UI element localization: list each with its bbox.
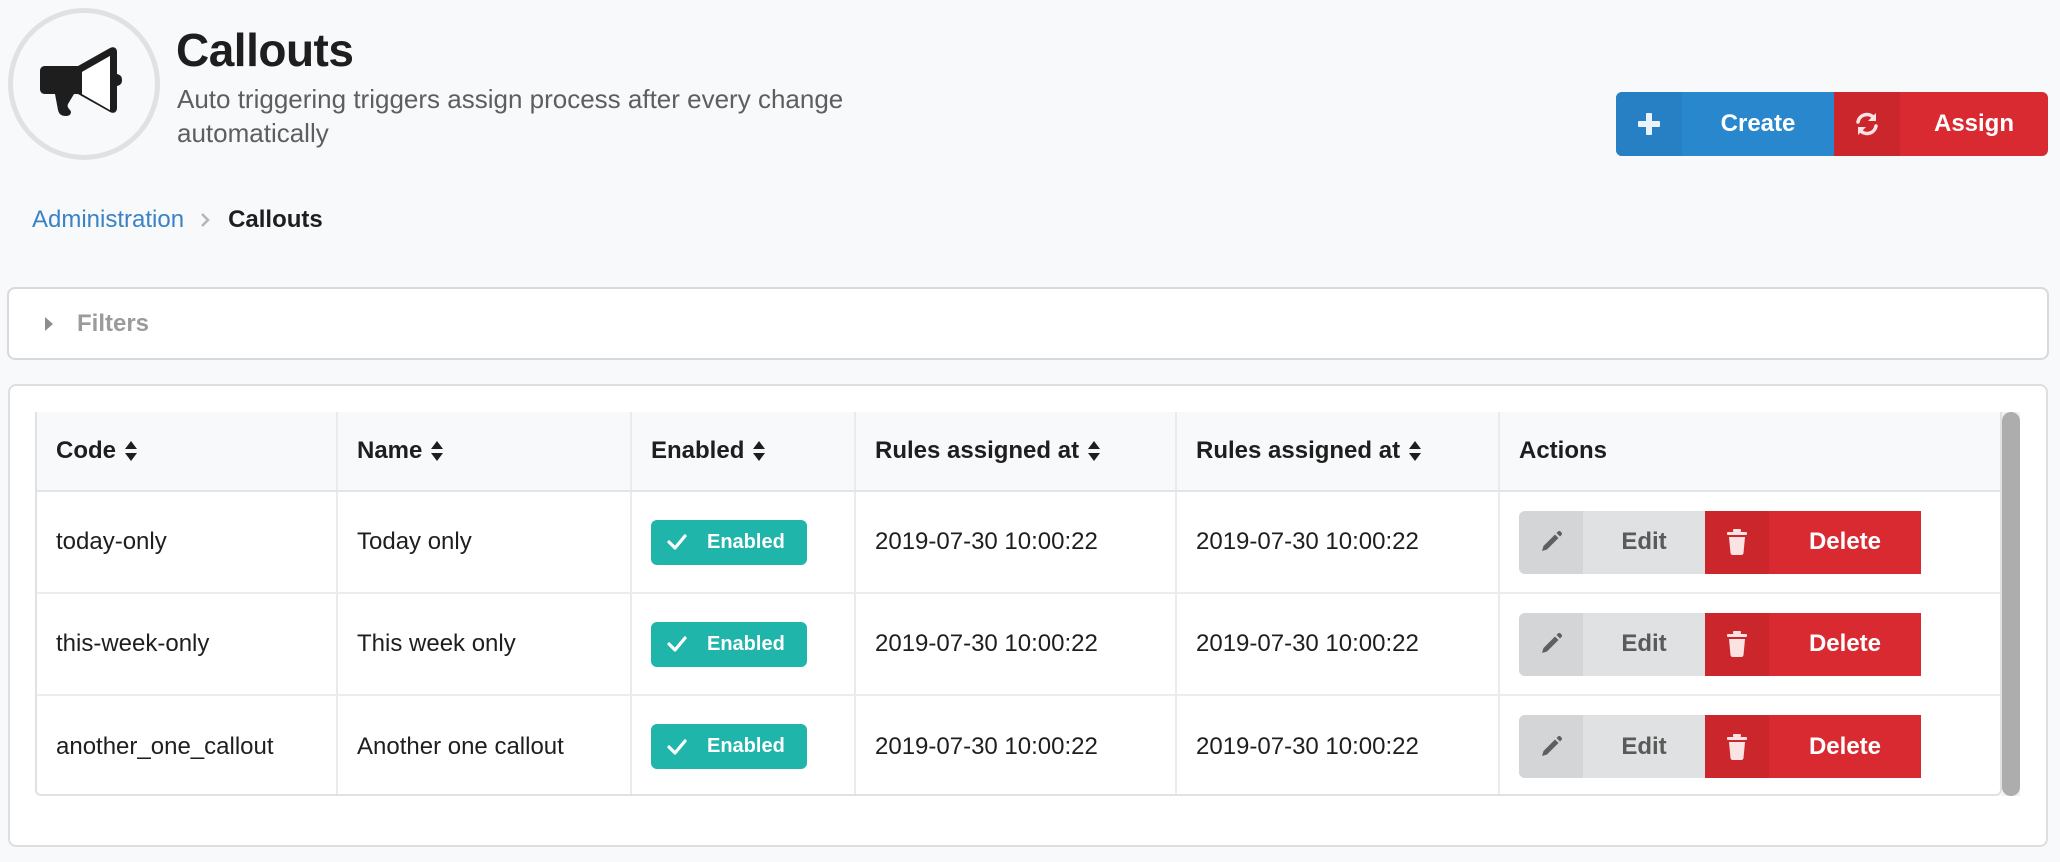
header-icon-circle (8, 8, 160, 160)
cell-rules-assigned-at: 2019-07-30 10:00:22 (855, 695, 1177, 794)
top-actions: Create Assign (1616, 92, 2048, 156)
edit-button[interactable]: Edit (1519, 715, 1705, 778)
callouts-table: Code Name Enabled Rules assigned at Rule… (37, 412, 2000, 794)
page: Callouts Auto triggering triggers assign… (0, 0, 2060, 862)
delete-button[interactable]: Delete (1705, 715, 1921, 778)
sort-icon (1409, 441, 1422, 461)
column-header-rules-assigned-at-2[interactable]: Rules assigned at (1176, 412, 1500, 492)
assign-button[interactable]: Assign (1834, 92, 2048, 156)
cell-rules-assigned-at: 2019-07-30 10:00:22 (855, 491, 1177, 594)
sort-icon (125, 441, 137, 461)
cell-name: This week only (337, 593, 632, 696)
pencil-icon (1519, 715, 1583, 778)
cell-rules-assigned-at-2: 2019-07-30 10:00:22 (1176, 491, 1500, 594)
page-title: Callouts (176, 24, 354, 76)
edit-button[interactable]: Edit (1519, 612, 1705, 676)
breadcrumb-callouts: Callouts (228, 206, 323, 233)
delete-button[interactable]: Delete (1705, 510, 1921, 574)
status-badge: Enabled (651, 519, 807, 565)
table-row: today-only Today only Enabled 2019-07-30… (37, 491, 2000, 594)
cell-code: another_one_callout (37, 695, 338, 794)
status-badge-label: Enabled (707, 530, 785, 553)
trash-icon (1705, 510, 1769, 574)
delete-button-label: Delete (1808, 528, 1882, 555)
cell-name: Another one callout (337, 695, 632, 794)
column-header-label: Rules assigned at (1196, 437, 1401, 464)
cell-rules-assigned-at-2: 2019-07-30 10:00:22 (1176, 695, 1500, 794)
breadcrumb-administration[interactable]: Administration (32, 204, 184, 236)
row-actions: Edit Delete (1519, 715, 2000, 778)
cell-rules-assigned-at-2: 2019-07-30 10:00:22 (1176, 593, 1500, 696)
check-icon (667, 738, 687, 755)
pencil-icon (1519, 510, 1583, 574)
chevron-right-icon (200, 212, 210, 228)
delete-button-label: Delete (1808, 732, 1882, 760)
create-button-label: Create (1720, 110, 1796, 137)
cell-code: today-only (37, 491, 338, 594)
edit-button-label: Edit (1621, 528, 1667, 555)
status-badge: Enabled (651, 621, 807, 667)
table-row: this-week-only This week only Enabled 20… (37, 593, 2000, 696)
breadcrumb: Administration Callouts (32, 204, 323, 236)
cell-actions: Edit Delete (1499, 695, 2000, 794)
pencil-icon (1519, 612, 1583, 676)
edit-button-label: Edit (1621, 732, 1667, 760)
column-header-code[interactable]: Code (37, 412, 338, 492)
status-badge-label: Enabled (707, 735, 785, 757)
vertical-scrollbar[interactable] (2002, 412, 2020, 796)
trash-icon (1705, 715, 1769, 778)
column-header-label: Rules assigned at (875, 437, 1080, 464)
cell-actions: Edit Delete (1499, 593, 2000, 696)
column-header-rules-assigned-at[interactable]: Rules assigned at (855, 412, 1177, 492)
assign-button-label: Assign (1933, 110, 2014, 137)
page-subtitle: Auto triggering triggers assign process … (177, 84, 844, 148)
table-panel: Code Name Enabled Rules assigned at Rule… (8, 384, 2048, 847)
check-icon (667, 534, 687, 550)
column-header-actions: Actions (1499, 412, 2000, 492)
cell-enabled: Enabled (631, 491, 856, 594)
sort-icon (753, 441, 766, 461)
column-header-label: Enabled (651, 437, 745, 464)
plus-icon (1616, 92, 1682, 156)
status-badge-label: Enabled (707, 632, 785, 655)
cell-code: this-week-only (37, 593, 338, 696)
column-header-label: Actions (1519, 437, 1608, 464)
column-header-label: Name (357, 437, 423, 464)
cell-enabled: Enabled (631, 695, 856, 794)
status-badge: Enabled (651, 724, 807, 769)
callouts-table-wrapper: Code Name Enabled Rules assigned at Rule… (35, 412, 2002, 796)
cell-actions: Edit Delete (1499, 491, 2000, 594)
delete-button-label: Delete (1808, 630, 1882, 657)
column-header-label: Code (56, 437, 116, 464)
trash-icon (1705, 612, 1769, 676)
create-button[interactable]: Create (1616, 92, 1834, 156)
table-row: another_one_callout Another one callout … (37, 695, 2000, 794)
row-actions: Edit Delete (1519, 612, 2000, 676)
sort-icon (431, 441, 444, 461)
caret-right-icon (45, 316, 53, 331)
row-actions: Edit Delete (1519, 510, 2000, 574)
edit-button[interactable]: Edit (1519, 510, 1705, 574)
column-header-name[interactable]: Name (337, 412, 632, 492)
column-header-enabled[interactable]: Enabled (631, 412, 856, 492)
sort-icon (1088, 441, 1101, 461)
cell-enabled: Enabled (631, 593, 856, 696)
bullhorn-icon (40, 47, 122, 116)
cell-name: Today only (337, 491, 632, 594)
cell-rules-assigned-at: 2019-07-30 10:00:22 (855, 593, 1177, 696)
scrollbar-thumb[interactable] (2002, 412, 2020, 796)
edit-button-label: Edit (1621, 630, 1667, 657)
delete-button[interactable]: Delete (1705, 612, 1921, 676)
filters-accordion[interactable]: Filters (7, 287, 2049, 360)
check-icon (667, 636, 687, 652)
sync-icon (1834, 92, 1900, 156)
filters-label: Filters (77, 309, 150, 337)
table-header-row: Code Name Enabled Rules assigned at Rule… (37, 412, 2000, 492)
